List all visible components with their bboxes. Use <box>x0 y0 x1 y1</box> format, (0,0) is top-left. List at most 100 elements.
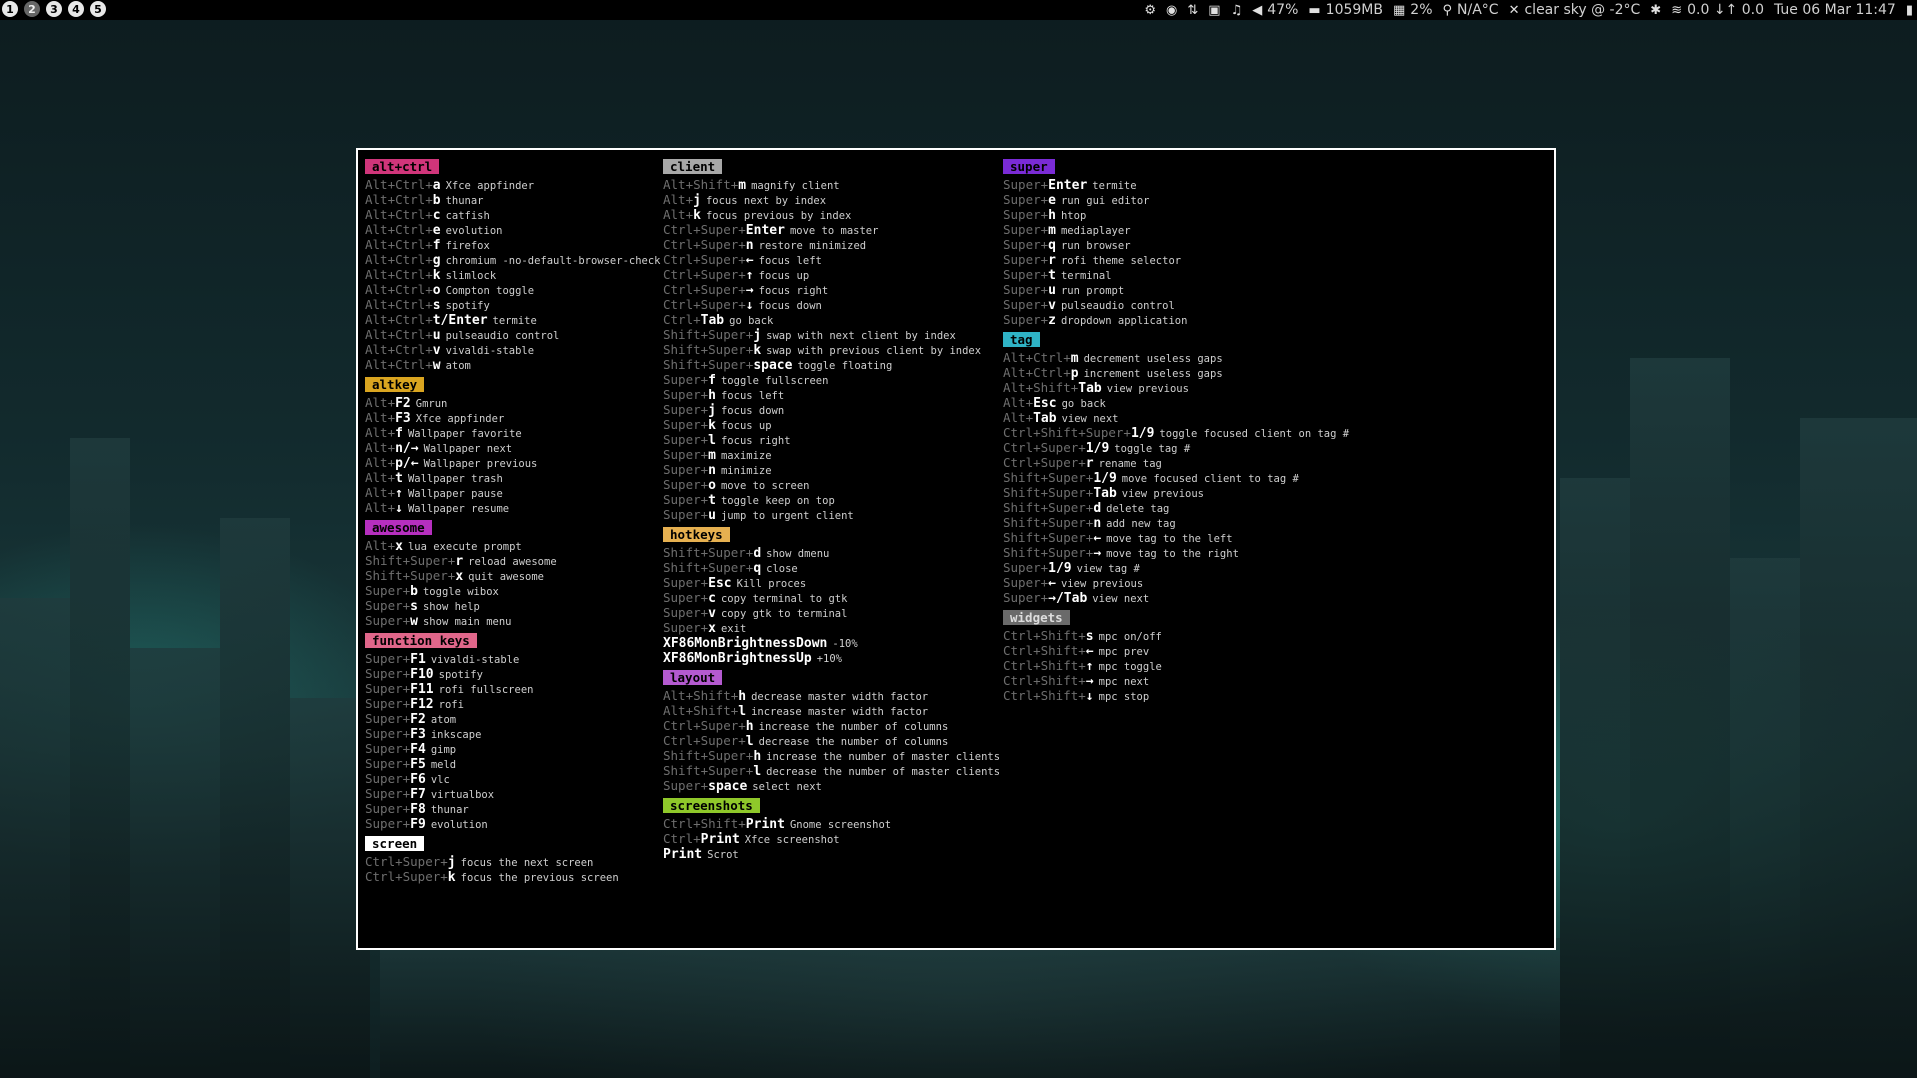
hotkey-modifier: Alt+Shift+ <box>663 177 739 192</box>
hotkey-row: Shift+Super+← move tag to the left <box>996 529 1349 546</box>
hotkey-modifier: Alt+Ctrl+ <box>365 177 433 192</box>
hotkey-row: Shift+Super+l decrease the number of mast… <box>656 762 1000 779</box>
hotkey-modifier: Ctrl+ <box>663 312 701 327</box>
hotkey-modifier: Shift+Super+ <box>663 748 754 763</box>
temp-widget[interactable]: ⚲ N/A°C <box>1443 2 1499 18</box>
hotkey-modifier: Super+ <box>365 598 411 613</box>
hotkey-modifier: Super+ <box>663 402 709 417</box>
hotkey-modifier: Shift+Super+ <box>663 342 754 357</box>
group-header: super <box>1003 159 1055 174</box>
image-viewer-icon[interactable]: ▣ <box>1208 3 1220 18</box>
hotkey-row: Super+Enter termite <box>996 176 1349 193</box>
memory-widget[interactable]: ▬ 1059MB <box>1308 2 1383 18</box>
clock-value: Tue 06 Mar 11:47 <box>1774 2 1896 18</box>
hotkey-modifier: Ctrl+Super+ <box>365 869 448 884</box>
bluetooth-icon[interactable]: ✱ <box>1650 3 1661 18</box>
hotkey-key: Print <box>663 847 703 862</box>
hotkey-row: Super+space select next <box>656 777 1000 794</box>
hotkey-modifier: Alt+Ctrl+ <box>365 342 433 357</box>
hotkey-modifier: Ctrl+Super+ <box>663 733 746 748</box>
tag-4[interactable]: 4 <box>68 1 84 17</box>
hotkey-modifier: Super+ <box>365 756 411 771</box>
hotkey-row: Ctrl+Super+h increase the number of colum… <box>656 717 1000 734</box>
hotkey-modifier: Super+ <box>663 605 709 620</box>
hotkey-row: Shift+Super+→ move tag to the right <box>996 544 1349 561</box>
network-value: 0.0 ↓↑ 0.0 <box>1687 2 1764 18</box>
hotkey-row: Super+h htop <box>996 206 1349 223</box>
speaker-icon: ◀ <box>1252 2 1263 18</box>
hotkey-key: ↓ <box>395 501 403 516</box>
top-bar: 1 2 3 4 5 ⚙ ◉ ⇅ ▣ ♫ ◀ 47% ▬ 1059MB ▦ 2% ⚲ N/… <box>0 0 1917 20</box>
hotkey-modifier: Super+ <box>365 801 411 816</box>
hotkey-modifier: Super+ <box>365 613 411 628</box>
hotkey-row: Ctrl+Super+← focus left <box>656 251 1000 268</box>
hotkeys-popup[interactable]: alt+ctrl Alt+Ctrl+a Xfce appfinder Alt+Ctrl… <box>356 148 1556 950</box>
cpu-widget[interactable]: ▦ 2% <box>1393 2 1433 18</box>
app-icon[interactable]: ◉ <box>1166 3 1177 18</box>
gear-icon[interactable]: ⚙ <box>1144 3 1156 18</box>
network-widget[interactable]: ≋ 0.0 ↓↑ 0.0 <box>1671 2 1764 18</box>
tag-2[interactable]: 2 <box>24 1 40 17</box>
hotkey-row: Ctrl+Shift+← mpc prev <box>996 642 1349 659</box>
clock-widget[interactable]: Tue 06 Mar 11:47 <box>1774 2 1896 18</box>
hotkey-key: space <box>708 779 748 794</box>
hotkey-row: Shift+Super+x quit awesome <box>358 567 661 584</box>
hotkey-row: Ctrl+Super+r rename tag <box>996 454 1349 471</box>
hotkey-key: w <box>432 358 441 373</box>
hotkey-modifier: Alt+ <box>365 470 396 485</box>
hotkey-description: Scrot <box>707 849 739 861</box>
hotkey-row: Super+t terminal <box>996 266 1349 283</box>
layout-icon[interactable]: ▮ <box>1906 3 1913 18</box>
hotkey-row: Super+← view previous <box>996 574 1349 591</box>
tag-1[interactable]: 1 <box>2 1 18 17</box>
hotkey-modifier: Alt+ <box>365 440 396 455</box>
volume-widget[interactable]: ◀ 47% <box>1252 2 1298 18</box>
hotkey-row: Shift+Super+j swap with next client by in… <box>656 326 1000 343</box>
hotkey-group: altkey Alt+F2 Gmrun Alt+F3 Xfce appfinder Alt… <box>358 374 661 516</box>
hotkey-row: Shift+Super+Tab view previous <box>996 484 1349 501</box>
hotkey-modifier: Ctrl+Super+ <box>663 267 746 282</box>
hotkey-description: dropdown application <box>1060 315 1188 327</box>
hotkey-modifier: Alt+ <box>365 500 396 515</box>
hotkey-modifier: Ctrl+Shift+ <box>1003 658 1086 673</box>
hotkey-row: Super+e run gui editor <box>996 191 1349 208</box>
tag-3[interactable]: 3 <box>46 1 62 17</box>
hotkey-row: Ctrl+Shift+→ mpc next <box>996 672 1349 689</box>
hotkey-row: Alt+Shift+Tab view previous <box>996 379 1349 396</box>
updown-arrows-icon[interactable]: ⇅ <box>1187 3 1198 18</box>
hotkey-modifier: Super+ <box>663 417 709 432</box>
hotkey-modifier: Ctrl+Super+ <box>1003 440 1086 455</box>
hotkey-group: alt+ctrl Alt+Ctrl+a Xfce appfinder Alt+Ctrl… <box>358 156 661 373</box>
hotkey-modifier: Super+ <box>365 583 411 598</box>
hotkey-row: Super+1/9 view tag # <box>996 559 1349 576</box>
hotkey-description: Xfce screenshot <box>744 834 840 846</box>
weather-widget[interactable]: ✕ clear sky @ -2°C <box>1509 2 1641 18</box>
hotkey-row: Ctrl+Super+↑ focus up <box>656 266 1000 283</box>
hotkey-modifier: Ctrl+Shift+ <box>663 816 746 831</box>
tag-5[interactable]: 5 <box>90 1 106 17</box>
hotkey-modifier: Ctrl+Super+ <box>1003 455 1086 470</box>
hotkey-row: Ctrl+Super+↓ focus down <box>656 296 1000 313</box>
group-header: hotkeys <box>663 527 730 542</box>
hotkey-modifier: Super+ <box>663 387 709 402</box>
hotkey-modifier: Super+ <box>365 741 411 756</box>
memory-value: 1059MB <box>1325 2 1383 18</box>
hotkey-modifier: Ctrl+Super+ <box>663 237 746 252</box>
hotkey-row: Alt+Ctrl+w atom <box>358 356 661 373</box>
hotkey-modifier: Super+ <box>365 711 411 726</box>
hotkey-description: view next <box>1092 593 1150 605</box>
hotkey-row: Ctrl+Super+1/9 toggle tag # <box>996 439 1349 456</box>
music-note-icon[interactable]: ♫ <box>1231 3 1243 18</box>
hotkey-modifier: Super+ <box>1003 237 1049 252</box>
hotkey-row: Super+→/Tab view next <box>996 589 1349 606</box>
hotkey-group: hotkeys Shift+Super+d show dmenu Shift+Supe… <box>656 524 1000 666</box>
hotkey-description: show main menu <box>422 616 512 628</box>
hotkey-row: Super+v copy gtk to terminal <box>656 604 1000 621</box>
weather-icon: ✕ <box>1508 2 1520 18</box>
hotkey-row: Alt+Shift+l increase master width factor <box>656 702 1000 719</box>
hotkey-modifier: Super+ <box>663 462 709 477</box>
weather-value: clear sky @ -2°C <box>1524 2 1641 18</box>
hotkey-modifier: Super+ <box>663 477 709 492</box>
hotkey-row: Shift+Super+d delete tag <box>996 499 1349 516</box>
hotkey-modifier: Shift+Super+ <box>663 545 754 560</box>
